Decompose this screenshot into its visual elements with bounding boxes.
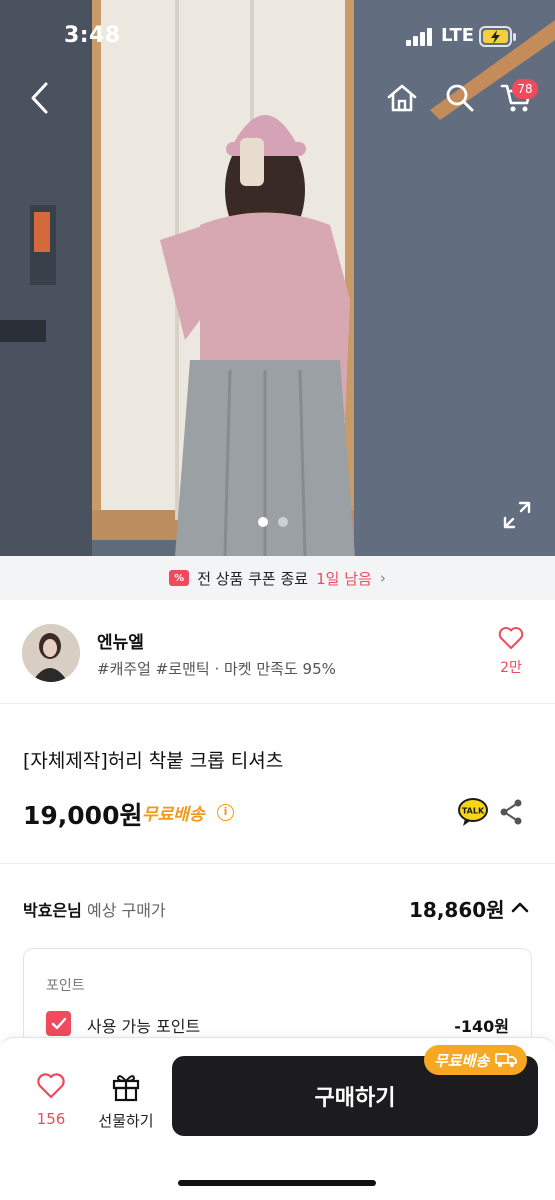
search-button[interactable] bbox=[440, 78, 480, 118]
truck-icon bbox=[495, 1053, 518, 1067]
home-button[interactable] bbox=[382, 78, 422, 118]
seller-name[interactable]: 엔뉴엘 bbox=[97, 628, 144, 653]
coupon-banner[interactable]: % 전 상품 쿠폰 종료 1일 남음 › bbox=[0, 556, 555, 600]
info-icon[interactable]: i bbox=[217, 804, 234, 821]
coupon-remaining: 1일 남음 bbox=[316, 569, 372, 588]
coupon-text: 전 상품 쿠폰 종료 bbox=[197, 569, 309, 588]
product-image-gallery[interactable]: 3:48 LTE 78 bbox=[0, 0, 555, 556]
expand-image-button[interactable] bbox=[500, 498, 534, 532]
heart-icon bbox=[37, 1073, 65, 1099]
gallery-dot[interactable] bbox=[278, 517, 288, 527]
seller-tags: #캐주얼 #로맨틱 · 마켓 만족도 95% bbox=[97, 660, 336, 678]
heart-icon bbox=[498, 627, 524, 649]
share-icon bbox=[500, 799, 522, 825]
points-title: 포인트 bbox=[46, 978, 85, 994]
free-shipping-pill: 무료배송 bbox=[424, 1045, 528, 1075]
kakaotalk-share-button[interactable]: TALK bbox=[457, 797, 489, 827]
points-value: -140원 bbox=[454, 1017, 509, 1036]
store-like-count: 2만 bbox=[500, 660, 522, 676]
chevron-right-icon: › bbox=[379, 569, 386, 587]
expected-price-value: 18,860원 bbox=[409, 898, 505, 922]
product-title: [자체제작]허리 착붙 크롭 티셔츠 bbox=[23, 750, 284, 772]
free-shipping-pill-label: 무료배송 bbox=[434, 1051, 490, 1070]
like-button[interactable]: 156 bbox=[24, 1072, 78, 1132]
like-count: 156 bbox=[36, 1110, 66, 1128]
gift-icon bbox=[112, 1075, 140, 1102]
expected-price-section[interactable]: 박효은님 예상 구매가 18,860원 bbox=[0, 864, 555, 952]
free-shipping-label: 무료배송 bbox=[142, 805, 205, 825]
talk-label: TALK bbox=[462, 807, 485, 816]
search-icon bbox=[446, 84, 474, 112]
product-info: [자체제작]허리 착붙 크롭 티셔츠 19,000원 무료배송 i TALK bbox=[0, 704, 555, 864]
user-name: 박효은님 bbox=[23, 901, 82, 920]
gift-button[interactable]: 선물하기 bbox=[92, 1070, 160, 1130]
home-indicator bbox=[178, 1180, 376, 1186]
seller-section[interactable]: 엔뉴엘 #캐주얼 #로맨틱 · 마켓 만족도 95% 2만 bbox=[0, 600, 555, 704]
coupon-icon: % bbox=[169, 570, 190, 586]
home-icon bbox=[387, 84, 417, 112]
network-label: LTE bbox=[441, 25, 475, 46]
share-button[interactable] bbox=[498, 798, 524, 826]
battery-icon bbox=[479, 26, 516, 47]
expand-icon bbox=[503, 501, 531, 529]
chevron-up-icon[interactable] bbox=[508, 896, 532, 918]
gallery-pagination bbox=[258, 517, 288, 527]
gift-label: 선물하기 bbox=[98, 1112, 154, 1130]
expected-price-caption: 예상 구매가 bbox=[86, 901, 166, 920]
back-button[interactable] bbox=[22, 78, 58, 118]
status-time: 3:48 bbox=[64, 23, 121, 48]
product-price: 19,000원 bbox=[23, 801, 143, 830]
expected-price-label: 박효은님 예상 구매가 bbox=[23, 897, 166, 921]
avatar-image bbox=[22, 624, 80, 682]
use-points-checkbox[interactable] bbox=[46, 1011, 71, 1036]
seller-avatar[interactable] bbox=[22, 624, 80, 682]
cart-count-badge: 78 bbox=[512, 79, 538, 99]
kakaotalk-icon: TALK bbox=[458, 798, 488, 826]
signal-icon bbox=[406, 28, 432, 46]
status-bar: 3:48 LTE bbox=[0, 0, 555, 74]
store-like-button[interactable]: 2만 bbox=[492, 626, 530, 680]
points-label: 사용 가능 포인트 bbox=[87, 1017, 201, 1036]
check-icon bbox=[51, 1017, 66, 1030]
gallery-dot-active[interactable] bbox=[258, 517, 268, 527]
chevron-left-icon bbox=[31, 82, 48, 114]
